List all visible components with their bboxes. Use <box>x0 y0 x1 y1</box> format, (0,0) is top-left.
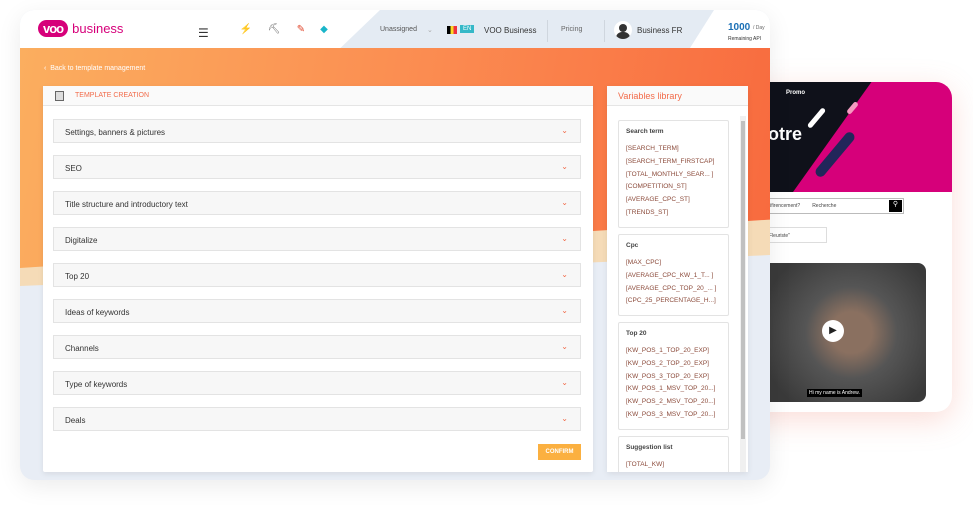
avatar[interactable] <box>614 21 632 39</box>
document-icon <box>55 91 64 101</box>
group-title: Suggestion list <box>626 444 673 451</box>
section-label: Ideas of keywords <box>65 308 130 317</box>
section-label: Type of keywords <box>65 380 128 389</box>
variable-item[interactable]: [TOTAL_MONTHLY_SEAR... ] <box>626 169 721 182</box>
group-title: Cpc <box>626 242 639 249</box>
play-icon[interactable]: ▶ <box>822 320 844 342</box>
section-label: Top 20 <box>65 272 90 281</box>
section-label: Title structure and introductory text <box>65 200 188 209</box>
accordion-section[interactable]: Deals ⌄ <box>53 407 581 431</box>
app-window: voo business ☰ ⚡ ⛏ ✎ ◆ Unassigned ⌄ EN VO… <box>20 10 770 480</box>
variable-item[interactable]: [KW_POS_1_TOP_20_EXP] <box>626 345 721 358</box>
video-subtitle: Hi my name is Andrew. <box>807 389 862 397</box>
variable-item[interactable]: [KW_POS_1_MSV_TOP_20...] <box>626 383 721 396</box>
assignee-dropdown[interactable]: Unassigned <box>380 26 417 33</box>
variable-item[interactable]: [AVERAGE_CPC_KW_1_T... ] <box>626 270 721 283</box>
diamond-icon[interactable]: ◆ <box>316 22 332 38</box>
chevron-down-icon[interactable]: ⌄ <box>561 342 568 351</box>
video-player[interactable]: ▶ Hi my name is Andrew. <box>760 263 926 402</box>
panel-title: TEMPLATE CREATION <box>75 92 150 99</box>
variables-title: Variables library <box>607 86 748 106</box>
pickaxe-icon[interactable]: ⛏ <box>266 22 282 38</box>
accordion-section[interactable]: SEO ⌄ <box>53 155 581 179</box>
chevron-down-icon[interactable]: ⌄ <box>561 126 568 135</box>
pricing-link[interactable]: Pricing <box>561 26 582 33</box>
variable-item[interactable]: [KW_POS_2_TOP_20_EXP] <box>626 358 721 371</box>
chevron-down-icon[interactable]: ⌄ <box>561 414 568 423</box>
variable-group: Top 20 [KW_POS_1_TOP_20_EXP] [KW_POS_2_TOP… <box>618 322 729 430</box>
chevron-down-icon[interactable]: ⌄ <box>561 378 568 387</box>
variables-library: Variables library Search term [SEARCH_TER… <box>607 86 748 472</box>
search-question: ntifirencement? <box>766 203 801 209</box>
section-label: Digitalize <box>65 236 98 245</box>
voo-business-logo[interactable]: voo business <box>38 20 123 37</box>
template-creation-panel: TEMPLATE CREATION Settings, banners & pi… <box>43 86 593 472</box>
variable-item[interactable]: [SEARCH_TERM_FIRSTCAP] <box>626 156 721 169</box>
scrollbar-thumb[interactable] <box>741 121 745 439</box>
preview-chip[interactable]: Fleuriste" <box>760 227 827 243</box>
accordion-section[interactable]: Ideas of keywords ⌄ <box>53 299 581 323</box>
menu-icon[interactable]: ☰ <box>198 26 209 40</box>
variable-item[interactable]: [KW_POS_3_MSV_TOP_20...] <box>626 409 721 422</box>
accordion-section[interactable]: Settings, banners & pictures ⌄ <box>53 119 581 143</box>
panel-header: TEMPLATE CREATION <box>43 86 593 106</box>
divider <box>547 20 548 42</box>
api-unit: / Day <box>753 25 765 31</box>
account-name[interactable]: VOO Business <box>484 26 536 35</box>
belgium-flag-icon <box>447 26 457 34</box>
variable-item[interactable]: [AVERAGE_CPC_ST] <box>626 194 721 207</box>
accordion-section[interactable]: Channels ⌄ <box>53 335 581 359</box>
chevron-down-icon[interactable]: ⌄ <box>561 162 568 171</box>
section-label: Deals <box>65 416 86 425</box>
chevron-down-icon[interactable]: ⌄ <box>561 198 568 207</box>
promo-label: Promo <box>786 90 806 96</box>
variable-item[interactable]: [SEARCH_TERM] <box>626 143 721 156</box>
variable-group: Search term [SEARCH_TERM] [SEARCH_TERM_FIR… <box>618 120 729 228</box>
chart-pen-icon[interactable]: ✎ <box>293 22 309 38</box>
search-placeholder: Recherche <box>812 203 837 209</box>
variable-item[interactable]: [AVERAGE_CPC_TOP_20_... ] <box>626 283 721 296</box>
lightning-icon[interactable]: ⚡ <box>238 22 254 38</box>
chevron-down-icon[interactable]: ⌄ <box>561 306 568 315</box>
top-header: voo business ☰ ⚡ ⛏ ✎ ◆ Unassigned ⌄ EN VO… <box>20 10 770 48</box>
search-icon[interactable]: ⚲ <box>889 200 902 212</box>
scrollbar[interactable] <box>740 116 746 472</box>
accordion-section[interactable]: Digitalize ⌄ <box>53 227 581 251</box>
preview-card: Promo otre ntifirencement? Recherche ⚲ Fle… <box>740 82 952 412</box>
variable-item[interactable]: [KW_POS_2_MSV_TOP_20...] <box>626 396 721 409</box>
preview-search[interactable]: ntifirencement? Recherche ⚲ <box>760 198 904 214</box>
variable-group: Suggestion list [TOTAL_KW] <box>618 436 729 472</box>
variable-item[interactable]: [CPC_25_PERCENTAGE_H...] <box>626 295 721 308</box>
chevron-down-icon[interactable]: ⌄ <box>561 234 568 243</box>
api-label: Remaining API <box>728 36 762 42</box>
variable-item[interactable]: [KW_POS_3_TOP_20_EXP] <box>626 371 721 384</box>
promo-headline: otre <box>768 124 803 144</box>
variable-item[interactable]: [COMPETITION_ST] <box>626 181 721 194</box>
api-count: 1000 <box>728 22 751 33</box>
logo-text: business <box>72 21 124 36</box>
accordion-section[interactable]: Top 20 ⌄ <box>53 263 581 287</box>
language-badge[interactable]: EN <box>460 25 475 33</box>
group-title: Top 20 <box>626 330 647 337</box>
chevron-down-icon[interactable]: ⌄ <box>427 26 433 34</box>
logo-mark: voo <box>38 20 69 37</box>
section-label: Channels <box>65 344 99 353</box>
back-link-label: Back to template management <box>50 65 146 72</box>
section-label: Settings, banners & pictures <box>65 128 166 137</box>
variable-item[interactable]: [TOTAL_KW] <box>626 459 721 472</box>
accordion-section[interactable]: Title structure and introductory text ⌄ <box>53 191 581 215</box>
variable-item[interactable]: [MAX_CPC] <box>626 257 721 270</box>
variable-group: Cpc [MAX_CPC] [AVERAGE_CPC_KW_1_T... ] [AVE… <box>618 234 729 317</box>
divider <box>604 20 605 42</box>
accordion-section[interactable]: Type of keywords ⌄ <box>53 371 581 395</box>
user-name[interactable]: Business FR <box>637 26 682 35</box>
chevron-down-icon[interactable]: ⌄ <box>561 270 568 279</box>
variable-item[interactable]: [TRENDS_ST] <box>626 207 721 220</box>
back-link[interactable]: ‹ Back to template management <box>44 65 145 72</box>
section-label: SEO <box>65 164 82 173</box>
group-title: Search term <box>626 128 664 135</box>
confirm-button[interactable]: CONFIRM <box>538 444 581 460</box>
